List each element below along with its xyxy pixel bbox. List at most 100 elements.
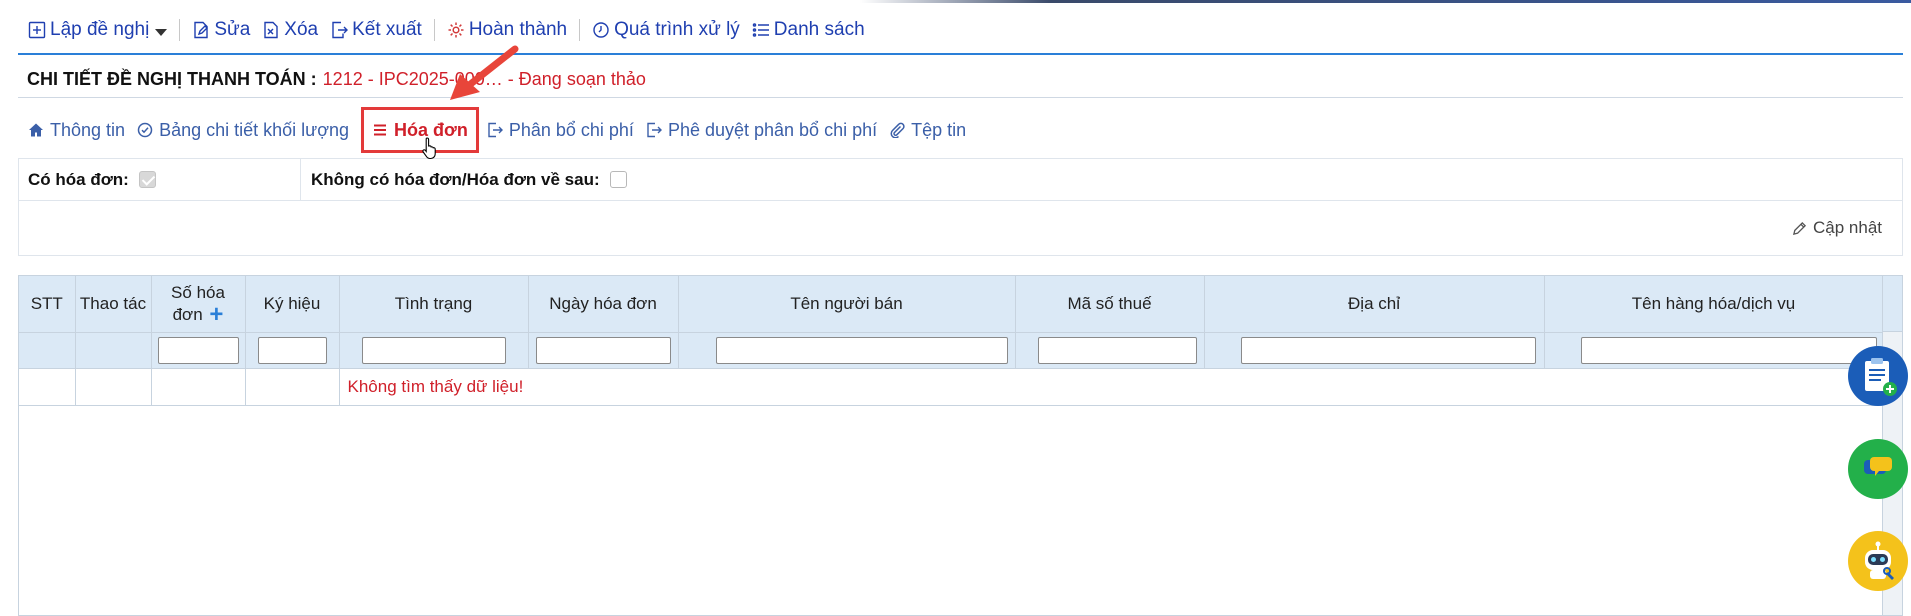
toolbar-divider bbox=[18, 53, 1903, 55]
filter-invoice-date-input[interactable] bbox=[535, 336, 671, 364]
filter-cell-actions bbox=[75, 332, 152, 369]
tab-invoice[interactable]: Hóa đơn bbox=[361, 107, 479, 153]
paperclip-icon bbox=[890, 122, 905, 138]
invoice-flags-row: Có hóa đơn: Không có hóa đơn/Hóa đơn về … bbox=[18, 158, 1903, 200]
column-header-symbol[interactable]: Ký hiệu bbox=[245, 276, 340, 333]
toolbar-separator bbox=[179, 19, 181, 41]
column-header-goods-services[interactable]: Tên hàng hóa/dịch vụ bbox=[1544, 276, 1884, 333]
column-header-seller-name[interactable]: Tên người bán bbox=[678, 276, 1016, 333]
tab-info-label: Thông tin bbox=[50, 119, 126, 140]
filter-cell-goods-services bbox=[1544, 332, 1884, 369]
tab-volume-details-label: Bảng chi tiết khối lượng bbox=[159, 119, 350, 140]
bars-icon bbox=[374, 124, 387, 136]
filter-status-input[interactable] bbox=[361, 336, 506, 364]
tab-cost-allocation-approval[interactable]: Phê duyệt phân bổ chi phí bbox=[642, 112, 885, 148]
filter-cell-invoice-date bbox=[528, 332, 679, 369]
tab-attachments[interactable]: Tệp tin bbox=[885, 112, 974, 148]
row-cell-stt bbox=[19, 368, 76, 406]
tab-attachments-label: Tệp tin bbox=[911, 119, 967, 140]
sign-out-icon bbox=[647, 122, 662, 138]
window-top-strip bbox=[0, 0, 1911, 3]
row-cell-actions bbox=[75, 368, 152, 406]
tab-cost-allocation-approval-label: Phê duyệt phân bổ chi phí bbox=[667, 119, 878, 140]
column-header-invoice-date[interactable]: Ngày hóa đơn bbox=[528, 276, 679, 333]
floating-chat-button[interactable] bbox=[1848, 439, 1908, 499]
filter-cell-stt bbox=[19, 332, 76, 369]
column-header-address[interactable]: Địa chỉ bbox=[1204, 276, 1545, 333]
process-history-button[interactable]: Quá trình xử lý bbox=[588, 14, 748, 46]
page-title: CHI TIẾT ĐỀ NGHỊ THANH TOÁN : 1212 - IPC… bbox=[18, 62, 1903, 98]
no-invoice-field: Không có hóa đơn/Hóa đơn về sau: bbox=[301, 159, 627, 200]
page-title-label: CHI TIẾT ĐỀ NGHỊ THANH TOÁN : bbox=[27, 69, 317, 89]
list-button[interactable]: Danh sách bbox=[748, 14, 873, 46]
tab-volume-details[interactable]: Bảng chi tiết khối lượng bbox=[133, 112, 357, 148]
delete-button[interactable]: Xóa bbox=[258, 14, 326, 46]
toolbar-separator bbox=[579, 19, 581, 41]
export-button[interactable]: Kết xuất bbox=[326, 14, 430, 46]
grid-filter-row bbox=[19, 332, 1884, 369]
filter-tax-code-input[interactable] bbox=[1037, 336, 1197, 364]
table-row: Không tìm thấy dữ liệu! bbox=[19, 368, 1883, 406]
no-invoice-checkbox[interactable] bbox=[609, 171, 627, 188]
filter-goods-services-input[interactable] bbox=[1580, 336, 1877, 364]
floating-clipboard-button[interactable] bbox=[1848, 346, 1908, 406]
invoice-table: STT Thao tác Số hóa đơn + Ký hiệu Tình t… bbox=[19, 276, 1884, 406]
invoice-grid: STT Thao tác Số hóa đơn + Ký hiệu Tình t… bbox=[18, 275, 1903, 616]
check-circle-icon bbox=[137, 122, 153, 138]
edit-label: Sửa bbox=[214, 19, 251, 40]
delete-file-icon bbox=[264, 21, 278, 39]
tab-cost-allocation-label: Phân bổ chi phí bbox=[508, 119, 634, 140]
robot-support-icon bbox=[1865, 541, 1894, 580]
filter-address-input[interactable] bbox=[1240, 336, 1536, 364]
tab-info[interactable]: Thông tin bbox=[24, 112, 133, 148]
filter-cell-tax-code bbox=[1015, 332, 1205, 369]
column-header-stt[interactable]: STT bbox=[19, 276, 76, 333]
column-header-status[interactable]: Tình trạng bbox=[339, 276, 529, 333]
list-icon bbox=[752, 23, 769, 37]
home-icon bbox=[29, 123, 43, 137]
has-invoice-checkbox[interactable] bbox=[138, 171, 156, 188]
update-row: Cập nhật bbox=[18, 200, 1903, 256]
history-icon bbox=[593, 22, 609, 38]
hand-cursor-icon bbox=[422, 137, 436, 160]
chevron-down-icon bbox=[155, 28, 168, 36]
filter-cell-symbol bbox=[245, 332, 340, 369]
has-invoice-field: Có hóa đơn: bbox=[19, 159, 301, 200]
update-button[interactable]: Cập nhật bbox=[1792, 218, 1882, 238]
toolbar-separator bbox=[433, 19, 435, 41]
pencil-icon bbox=[1792, 221, 1807, 235]
filter-symbol-input[interactable] bbox=[257, 336, 327, 364]
filter-invoice-number-input[interactable] bbox=[157, 336, 239, 364]
grid-scrollbar-header bbox=[1883, 276, 1902, 332]
export-label: Kết xuất bbox=[352, 19, 422, 40]
column-header-tax-code[interactable]: Mã số thuế bbox=[1015, 276, 1205, 333]
no-invoice-label: Không có hóa đơn/Hóa đơn về sau: bbox=[311, 169, 600, 189]
row-cell-symbol bbox=[245, 368, 340, 406]
grid-header-row: STT Thao tác Số hóa đơn + Ký hiệu Tình t… bbox=[19, 276, 1884, 333]
export-icon bbox=[332, 21, 349, 39]
create-request-button[interactable]: Lập đề nghị bbox=[24, 14, 175, 46]
column-header-actions[interactable]: Thao tác bbox=[75, 276, 152, 333]
delete-label: Xóa bbox=[284, 19, 319, 40]
filter-cell-status bbox=[339, 332, 529, 369]
plus-square-icon bbox=[28, 21, 46, 39]
annotation-arrow-icon bbox=[450, 45, 519, 100]
complete-button[interactable]: Hoàn thành bbox=[443, 14, 575, 46]
filter-seller-name-input[interactable] bbox=[715, 336, 1008, 364]
no-data-message: Không tìm thấy dữ liệu! bbox=[339, 368, 1883, 406]
filter-cell-invoice-number bbox=[151, 332, 246, 369]
gear-icon bbox=[448, 22, 464, 38]
process-history-label: Quá trình xử lý bbox=[614, 19, 740, 40]
toolbar: Lập đề nghị Sửa Xóa Kết xuất Hoàn thành … bbox=[24, 14, 873, 46]
has-invoice-label: Có hóa đơn: bbox=[28, 169, 129, 189]
clipboard-add-icon bbox=[1865, 358, 1897, 396]
add-invoice-icon[interactable]: + bbox=[209, 303, 223, 327]
floating-robot-button[interactable] bbox=[1848, 531, 1908, 591]
sign-out-icon bbox=[488, 122, 503, 138]
chat-icon bbox=[1864, 457, 1892, 476]
edit-file-icon bbox=[194, 21, 209, 39]
edit-button[interactable]: Sửa bbox=[188, 14, 258, 46]
column-header-invoice-number[interactable]: Số hóa đơn + bbox=[151, 276, 246, 333]
tab-cost-allocation[interactable]: Phân bổ chi phí bbox=[483, 112, 642, 148]
list-label: Danh sách bbox=[773, 19, 865, 40]
